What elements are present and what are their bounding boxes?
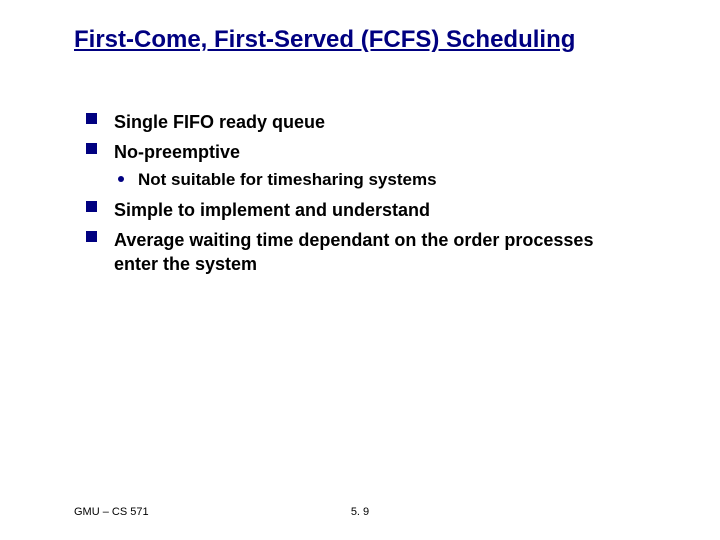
slide: First-Come, First-Served (FCFS) Scheduli… <box>0 0 720 540</box>
square-bullet-icon <box>86 113 97 124</box>
square-bullet-icon <box>86 201 97 212</box>
list-item: No-preemptive Not suitable for timeshari… <box>86 140 630 191</box>
bullet-text: Not suitable for timesharing systems <box>138 170 437 189</box>
bullet-text: Simple to implement and understand <box>114 200 430 220</box>
footer-page-number: 5. 9 <box>0 506 720 518</box>
page-title: First-Come, First-Served (FCFS) Scheduli… <box>74 26 660 54</box>
list-item: Average waiting time dependant on the or… <box>86 228 630 277</box>
square-bullet-icon <box>86 231 97 242</box>
list-item: Single FIFO ready queue <box>86 110 630 134</box>
dot-bullet-icon <box>118 176 124 182</box>
sub-bullet-list: Not suitable for timesharing systems <box>114 169 630 192</box>
content-area: Single FIFO ready queue No-preemptive No… <box>86 110 630 282</box>
list-item: Simple to implement and understand <box>86 198 630 222</box>
bullet-text: No-preemptive <box>114 142 240 162</box>
bullet-text: Single FIFO ready queue <box>114 112 325 132</box>
bullet-text: Average waiting time dependant on the or… <box>114 230 593 274</box>
square-bullet-icon <box>86 143 97 154</box>
bullet-list: Single FIFO ready queue No-preemptive No… <box>86 110 630 276</box>
list-item: Not suitable for timesharing systems <box>114 169 630 192</box>
